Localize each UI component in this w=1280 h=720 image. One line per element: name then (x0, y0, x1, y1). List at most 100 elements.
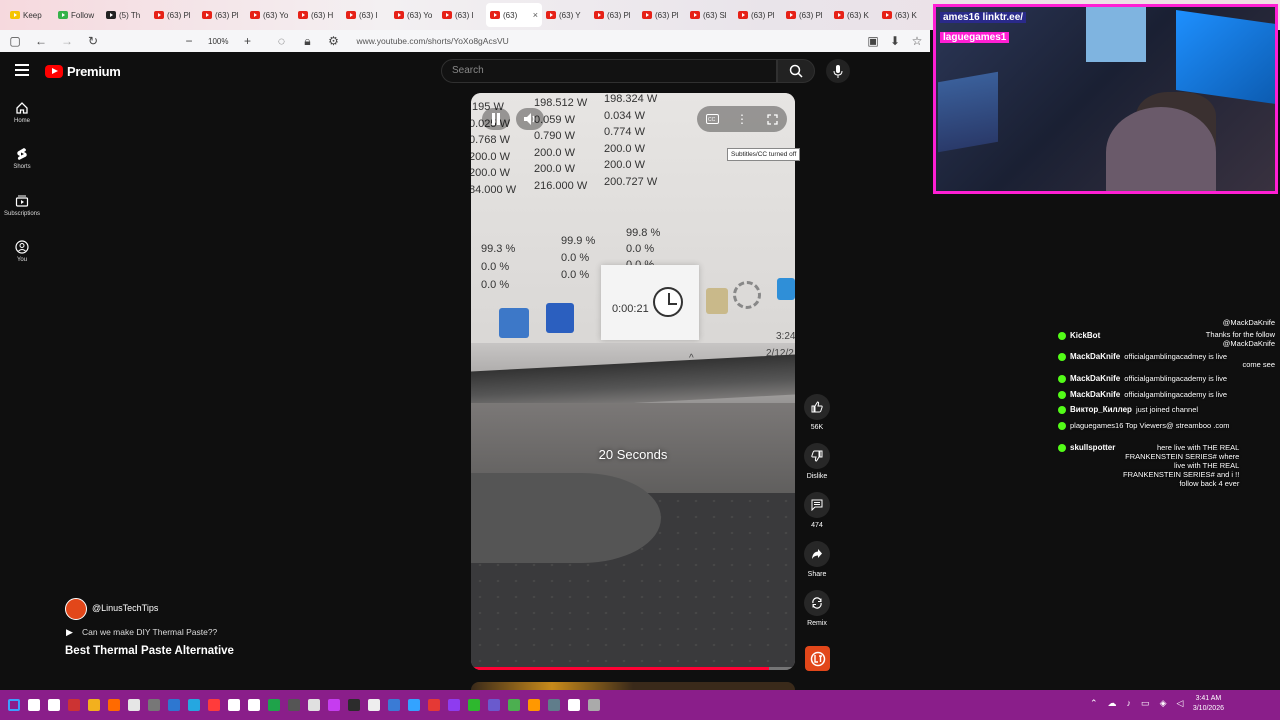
taskbar-app-icon[interactable] (588, 699, 600, 711)
browser-tab[interactable]: (63) Pl (638, 3, 686, 27)
browser-tab[interactable]: (63) Y (542, 3, 590, 27)
lock-icon[interactable]: 🔒︎ (300, 34, 314, 48)
taskbar-app-icon[interactable] (508, 699, 520, 711)
fullscreen-button[interactable] (758, 108, 786, 130)
forward-button[interactable]: → (60, 34, 74, 48)
save-icon[interactable]: ⬇ (888, 34, 902, 48)
guide-menu-button[interactable] (15, 64, 29, 76)
sidebar-item-you[interactable]: You (0, 240, 44, 263)
close-tab-icon[interactable]: × (533, 10, 538, 20)
taskbar-app-icon[interactable] (268, 699, 280, 711)
tray-network-icon[interactable]: ◈ (1160, 698, 1167, 709)
browser-tab[interactable]: (63) K (830, 3, 878, 27)
search-input[interactable]: Search (441, 59, 777, 83)
browser-tab[interactable]: (63) Pl (782, 3, 830, 27)
browser-tab[interactable]: (63) I (342, 3, 390, 27)
sidebar-item-shorts[interactable]: Shorts (0, 147, 44, 170)
taskbar-app-icon[interactable] (328, 699, 340, 711)
browser-tab[interactable]: (63) K (878, 3, 926, 27)
browser-tab[interactable]: (63) Pl (734, 3, 782, 27)
reader-icon[interactable]: ▣ (866, 34, 880, 48)
comments-button[interactable]: 474 (802, 492, 832, 529)
channel-handle[interactable]: @LinusTechTips (92, 603, 158, 613)
zoom-level[interactable]: 100% (208, 37, 228, 46)
taskbar-app-icon[interactable] (48, 699, 60, 711)
taskbar-app-icon[interactable] (348, 699, 360, 711)
youtube-logo[interactable]: Premium (45, 64, 121, 79)
taskbar-app-icon[interactable] (408, 699, 420, 711)
taskbar-app-icon[interactable] (148, 699, 160, 711)
browser-tab[interactable]: (63) Pl (590, 3, 638, 27)
next-short-preview[interactable] (471, 682, 795, 690)
share-button[interactable]: Share (802, 541, 832, 578)
taskbar-search-icon[interactable] (28, 699, 40, 711)
taskbar-app-icon[interactable] (528, 699, 540, 711)
video-progress-bar[interactable] (471, 667, 795, 670)
channel-thumbnail-button[interactable] (805, 646, 830, 671)
tray-cloud-icon[interactable]: ☁ (1108, 698, 1117, 709)
dislike-button[interactable]: Dislike (802, 443, 832, 480)
volume-button[interactable] (516, 108, 544, 130)
zoom-in-button[interactable]: + (240, 34, 254, 48)
taskbar-app-icon[interactable] (428, 699, 440, 711)
page-settings-icon[interactable]: ⚙︎ (326, 34, 340, 48)
browser-tab-label: (63) Yo (263, 10, 289, 20)
browser-tab[interactable]: (63) Yo (246, 3, 294, 27)
taskbar-app-icon[interactable] (448, 699, 460, 711)
browser-tab[interactable]: (63) Pl (150, 3, 198, 27)
sidebar-item-subscriptions[interactable]: Subscriptions (0, 194, 44, 217)
url-bar[interactable]: www.youtube.com/shorts/YoXo8gAcsVU (356, 36, 508, 46)
tray-mic-icon[interactable]: ♪ (1127, 698, 1132, 709)
taskbar-app-icon[interactable] (208, 699, 220, 711)
taskbar-app-icon[interactable] (548, 699, 560, 711)
taskbar-app-icon[interactable] (388, 699, 400, 711)
taskbar-app-icon[interactable] (288, 699, 300, 711)
remix-button[interactable]: Remix (802, 590, 832, 627)
browser-tab[interactable]: (63) × (486, 3, 542, 27)
taskbar-app-icon[interactable] (308, 699, 320, 711)
shorts-video-player[interactable]: .195 W 0.025 W 0.768 W 200.0 W 200.0 W 84.000… (471, 93, 795, 670)
taskbar-app-icon[interactable] (468, 699, 480, 711)
pause-button[interactable] (482, 108, 510, 130)
browser-tab[interactable]: (63) Yo (390, 3, 438, 27)
webcam-window (1086, 7, 1146, 62)
taskbar-app-icon[interactable] (248, 699, 260, 711)
play-icon[interactable]: ▶ (66, 627, 73, 638)
sidebar-toggle-icon[interactable]: ▢ (8, 34, 22, 48)
browser-tab[interactable]: (63) Pl (198, 3, 246, 27)
tray-chevron-icon[interactable]: ⌃ (1090, 698, 1098, 709)
reload-button[interactable]: ↻ (86, 34, 100, 48)
sidebar-item-home[interactable]: Home (0, 101, 44, 124)
related-video-link[interactable]: Can we make DIY Thermal Paste?? (82, 627, 217, 637)
taskbar-app-icon[interactable] (68, 699, 80, 711)
taskbar-app-icon[interactable] (228, 699, 240, 711)
zoom-out-button[interactable]: − (182, 34, 196, 48)
taskbar-app-icon[interactable] (168, 699, 180, 711)
like-button[interactable]: 56K (802, 394, 832, 431)
taskbar-app-icon[interactable] (488, 699, 500, 711)
shield-icon[interactable]: ◌ (274, 34, 288, 48)
tray-volume-icon[interactable]: ◁ (1176, 698, 1183, 709)
browser-tab[interactable]: Follow (54, 3, 102, 27)
channel-avatar[interactable] (65, 598, 87, 620)
taskbar-app-icon[interactable] (188, 699, 200, 711)
taskbar-app-icon[interactable] (128, 699, 140, 711)
more-options-button[interactable]: ⋮ (728, 108, 756, 130)
taskbar-app-icon[interactable] (368, 699, 380, 711)
windows-start-icon[interactable] (8, 699, 20, 711)
tray-display-icon[interactable]: ▭ (1141, 698, 1150, 709)
browser-tab[interactable]: (63) Sl (686, 3, 734, 27)
voice-search-button[interactable] (826, 59, 850, 83)
browser-tab[interactable]: (63) I (438, 3, 486, 27)
browser-tab[interactable]: Keep (6, 3, 54, 27)
bookmark-star-icon[interactable]: ☆ (910, 34, 924, 48)
taskbar-app-icon[interactable] (88, 699, 100, 711)
back-button[interactable]: ← (34, 34, 48, 48)
browser-tab[interactable]: (5) Th (102, 3, 150, 27)
taskbar-clock[interactable]: 3:41 AM 3/10/2026 (1193, 694, 1224, 714)
taskbar-app-icon[interactable] (108, 699, 120, 711)
search-button[interactable] (777, 59, 815, 83)
taskbar-app-icon[interactable] (568, 699, 580, 711)
subtitles-button[interactable]: CC (698, 108, 726, 130)
browser-tab[interactable]: (63) H (294, 3, 342, 27)
